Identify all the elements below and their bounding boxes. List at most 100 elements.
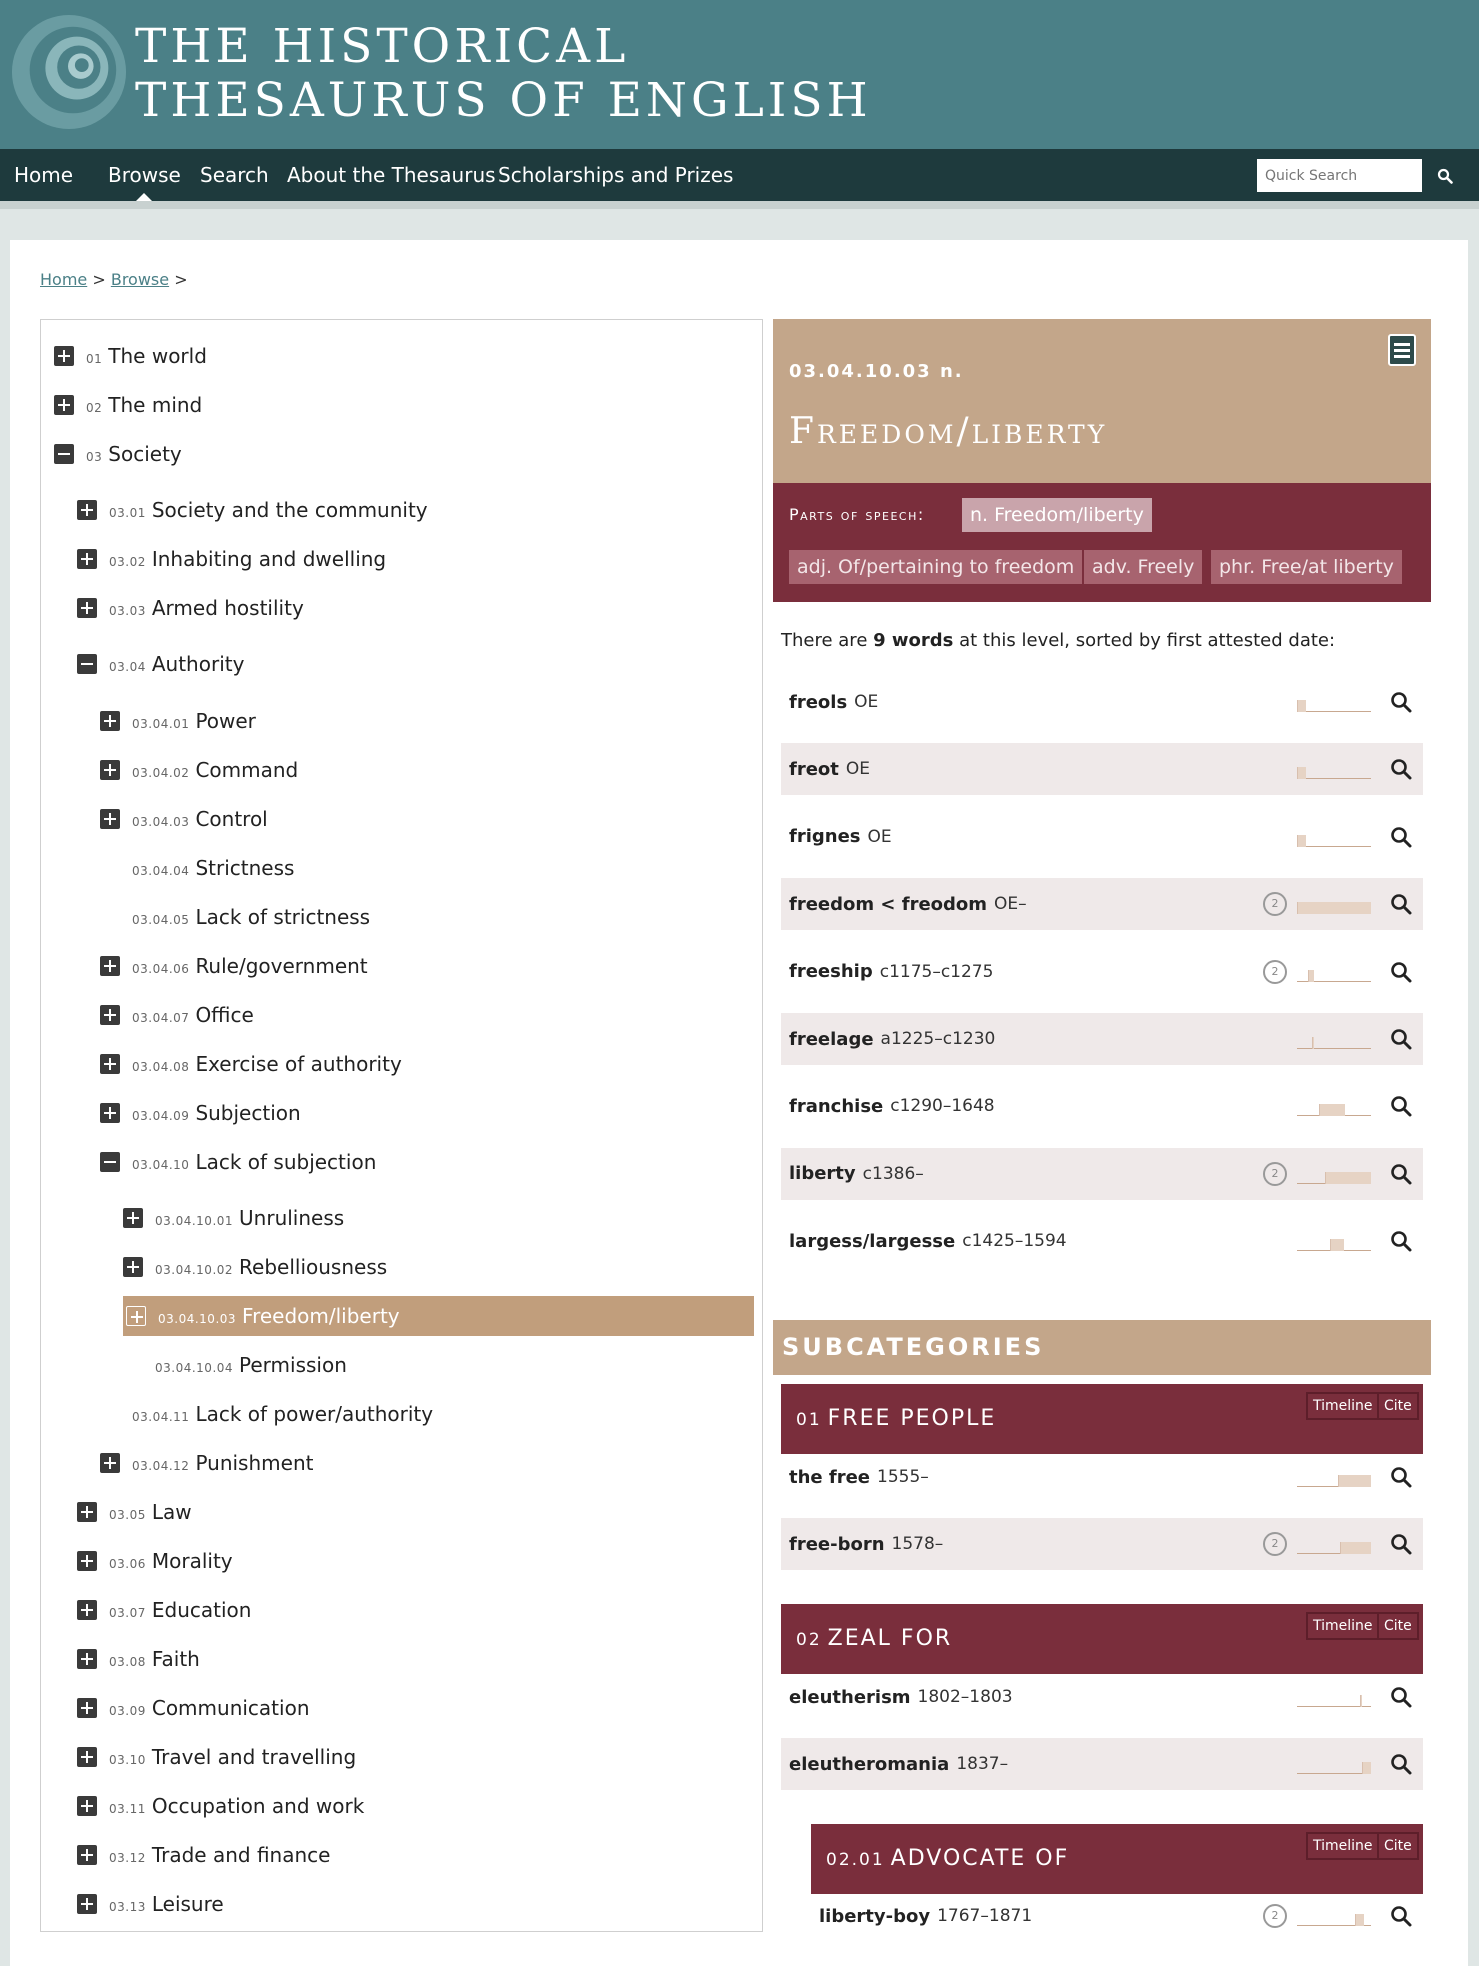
- word-row[interactable]: liberty c1386– 2: [781, 1147, 1423, 1200]
- word-text[interactable]: liberty-boy: [819, 1906, 930, 1927]
- tree-item[interactable]: 03.04.09 Subjection: [100, 1093, 301, 1133]
- timeline-sparkline[interactable]: [1297, 1229, 1371, 1253]
- search-icon[interactable]: [1389, 892, 1413, 916]
- tree-item[interactable]: 03.04.11 Lack of power/authority: [100, 1394, 433, 1434]
- search-icon[interactable]: [1389, 1904, 1413, 1928]
- timeline-button[interactable]: Timeline: [1306, 1392, 1380, 1420]
- nav-home[interactable]: Home: [14, 149, 73, 201]
- tree-item[interactable]: 01 The world: [54, 336, 207, 376]
- timeline-button[interactable]: Timeline: [1306, 1832, 1380, 1860]
- word-text[interactable]: largess/largesse: [789, 1231, 955, 1252]
- tree-item[interactable]: 03.05 Law: [77, 1492, 192, 1532]
- timeline-sparkline[interactable]: [1297, 825, 1371, 849]
- sense-count-badge[interactable]: 2: [1263, 1904, 1287, 1928]
- expand-icon[interactable]: [77, 1894, 97, 1914]
- timeline-sparkline[interactable]: [1297, 1752, 1371, 1776]
- tree-item[interactable]: 03.04.10 Lack of subjection: [100, 1142, 376, 1182]
- timeline-sparkline[interactable]: [1297, 1162, 1371, 1186]
- search-icon[interactable]: [1389, 1752, 1413, 1776]
- timeline-sparkline[interactable]: [1297, 690, 1371, 714]
- search-icon[interactable]: [1389, 1685, 1413, 1709]
- expand-icon[interactable]: [77, 1698, 97, 1718]
- site-title[interactable]: THE HISTORICAL THESAURUS OF ENGLISH: [135, 20, 872, 128]
- search-icon[interactable]: [1389, 1465, 1413, 1489]
- search-icon[interactable]: [1389, 1027, 1413, 1051]
- expand-icon[interactable]: [77, 1551, 97, 1571]
- pos-tag-adverb[interactable]: adv. Freely: [1084, 550, 1203, 584]
- subcategory-header[interactable]: 02 ZEAL FOR Timeline Cite: [781, 1604, 1423, 1674]
- expand-icon[interactable]: [77, 1796, 97, 1816]
- timeline-sparkline[interactable]: [1297, 1904, 1371, 1928]
- tree-item[interactable]: 03.04.05 Lack of strictness: [100, 897, 370, 937]
- subcategory-title[interactable]: 01 FREE PEOPLE: [796, 1406, 996, 1431]
- tree-item[interactable]: 03.01 Society and the community: [77, 490, 428, 530]
- tree-item[interactable]: 03.12 Trade and finance: [77, 1835, 330, 1875]
- expand-icon[interactable]: [77, 598, 97, 618]
- timeline-button[interactable]: Timeline: [1306, 1612, 1380, 1640]
- expand-icon[interactable]: [100, 956, 120, 976]
- word-text[interactable]: eleutherism: [789, 1687, 911, 1708]
- search-icon[interactable]: [1389, 757, 1413, 781]
- word-text[interactable]: free-born: [789, 1534, 885, 1555]
- expand-icon[interactable]: [77, 1845, 97, 1865]
- tree-item[interactable]: 03.04.03 Control: [100, 799, 268, 839]
- collapse-icon[interactable]: [54, 444, 74, 464]
- expand-icon[interactable]: [100, 809, 120, 829]
- word-row[interactable]: franchise c1290–1648: [781, 1080, 1423, 1132]
- word-text[interactable]: freot: [789, 759, 839, 780]
- word-row[interactable]: largess/largesse c1425–1594: [781, 1215, 1423, 1267]
- subcategory-title[interactable]: 02 ZEAL FOR: [796, 1626, 952, 1651]
- word-row[interactable]: the free 1555–: [781, 1451, 1423, 1503]
- word-row[interactable]: freelage a1225–c1230: [781, 1013, 1423, 1065]
- search-icon[interactable]: [1389, 1162, 1413, 1186]
- tree-item[interactable]: 03 Society: [54, 434, 182, 474]
- search-icon[interactable]: [1389, 825, 1413, 849]
- expand-icon[interactable]: [123, 1208, 143, 1228]
- expand-icon[interactable]: [77, 500, 97, 520]
- expand-icon[interactable]: [54, 346, 74, 366]
- tree-item[interactable]: 03.10 Travel and travelling: [77, 1737, 356, 1777]
- tree-item[interactable]: 03.07 Education: [77, 1590, 251, 1630]
- quick-search-button[interactable]: [1425, 159, 1465, 192]
- cite-button[interactable]: Cite: [1377, 1612, 1419, 1640]
- tree-item[interactable]: 03.11 Occupation and work: [77, 1786, 364, 1826]
- cite-button[interactable]: Cite: [1377, 1392, 1419, 1420]
- tree-item[interactable]: 03.03 Armed hostility: [77, 588, 304, 628]
- expand-icon[interactable]: [77, 1649, 97, 1669]
- tree-item[interactable]: 03.04.04 Strictness: [100, 848, 294, 888]
- expand-icon[interactable]: [77, 549, 97, 569]
- word-row[interactable]: eleutheromania 1837–: [781, 1738, 1423, 1790]
- timeline-sparkline[interactable]: [1297, 1465, 1371, 1489]
- expand-icon[interactable]: [100, 760, 120, 780]
- search-icon[interactable]: [1389, 1532, 1413, 1556]
- timeline-sparkline[interactable]: [1297, 960, 1371, 984]
- sense-count-badge[interactable]: 2: [1263, 959, 1287, 984]
- expand-icon[interactable]: [77, 1747, 97, 1767]
- word-text[interactable]: frignes: [789, 826, 861, 847]
- collapse-icon[interactable]: [77, 654, 97, 674]
- pos-tag-adjective[interactable]: adj. Of/pertaining to freedom: [789, 550, 1083, 584]
- expand-icon[interactable]: [100, 1054, 120, 1074]
- collapse-icon[interactable]: [100, 1152, 120, 1172]
- breadcrumb-home[interactable]: Home: [40, 270, 87, 289]
- tree-item[interactable]: 03.04.02 Command: [100, 750, 298, 790]
- word-text[interactable]: freols: [789, 692, 847, 713]
- tree-item[interactable]: 03.04.01 Power: [100, 701, 256, 741]
- tree-item[interactable]: 03.09 Communication: [77, 1688, 310, 1728]
- search-icon[interactable]: [1389, 1094, 1413, 1118]
- expand-icon[interactable]: [126, 1306, 146, 1326]
- subcategory-header[interactable]: 02.01 ADVOCATE OF Timeline Cite: [811, 1824, 1423, 1894]
- nav-scholarships[interactable]: Scholarships and Prizes: [498, 149, 733, 201]
- tree-item[interactable]: 03.08 Faith: [77, 1639, 200, 1679]
- word-row[interactable]: freot OE: [781, 743, 1423, 796]
- timeline-sparkline[interactable]: [1297, 757, 1371, 781]
- quick-search-input[interactable]: [1257, 159, 1422, 192]
- tree-item[interactable]: 03.04.10.03 Freedom/liberty: [123, 1296, 754, 1336]
- timeline-sparkline[interactable]: [1297, 892, 1371, 916]
- subcategory-title[interactable]: 02.01 ADVOCATE OF: [826, 1846, 1069, 1871]
- tree-item[interactable]: 03.04.10.04 Permission: [123, 1345, 347, 1385]
- expand-icon[interactable]: [54, 395, 74, 415]
- nav-about[interactable]: About the Thesaurus: [287, 149, 496, 201]
- sense-count-badge[interactable]: 2: [1263, 1532, 1287, 1556]
- timeline-sparkline[interactable]: [1297, 1532, 1371, 1556]
